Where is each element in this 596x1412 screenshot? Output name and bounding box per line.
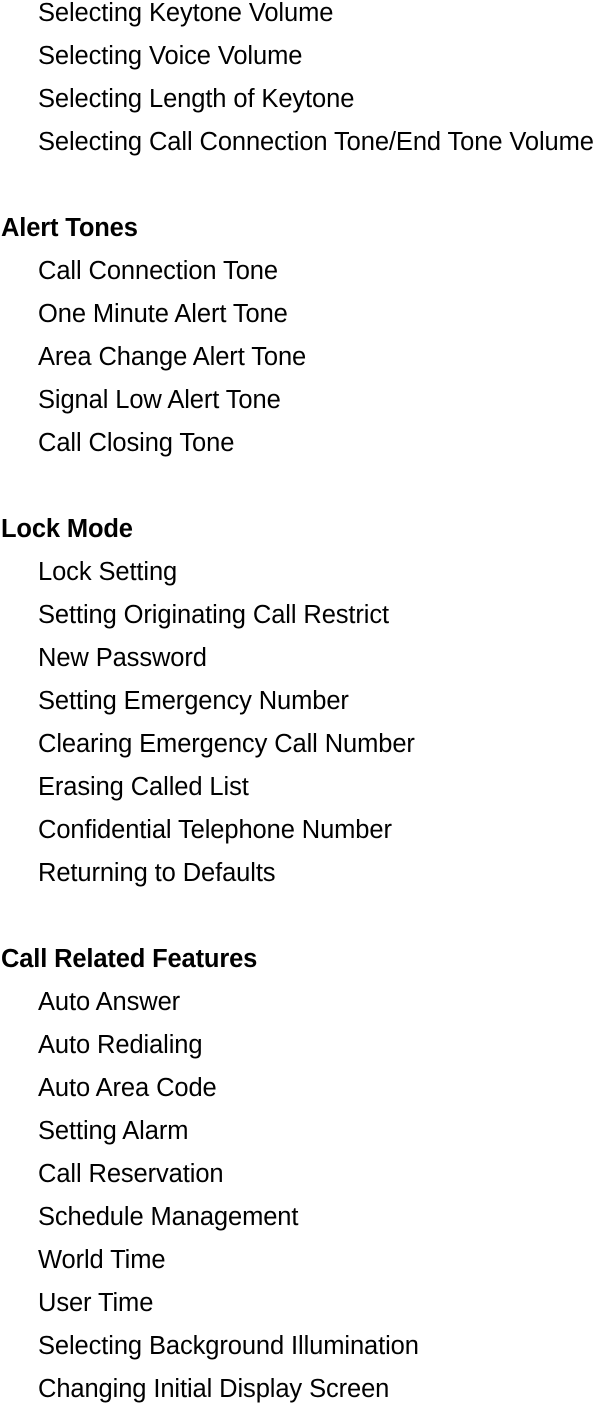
toc-entry[interactable]: User Time [0, 1282, 596, 1325]
toc-entry[interactable]: Erasing Called List [0, 766, 596, 809]
toc-entry[interactable]: Auto Redialing [0, 1024, 596, 1067]
toc-section: Lock Mode Lock Setting Setting Originating… [0, 465, 596, 895]
toc-entry[interactable]: Area Change Alert Tone [0, 336, 596, 379]
toc-entry[interactable]: World Time [0, 1239, 596, 1282]
toc-entry[interactable]: Returning to Defaults [0, 852, 596, 895]
toc-entry[interactable]: Confidential Telephone Number [0, 809, 596, 852]
toc-section: Call Related Features Auto Answer Auto Red… [0, 895, 596, 1411]
toc-entry[interactable]: Clearing Emergency Call Number [0, 723, 596, 766]
toc-entry[interactable]: Lock Setting [0, 551, 596, 594]
toc-entry[interactable]: Auto Area Code [0, 1067, 596, 1110]
toc-entry[interactable]: Call Reservation [0, 1153, 596, 1196]
toc-entry[interactable]: Auto Answer [0, 981, 596, 1024]
toc-section: Selecting Keytone Volume Selecting Voice … [0, 0, 596, 164]
toc-entry[interactable]: Selecting Keytone Volume [0, 0, 596, 35]
toc-entry[interactable]: Setting Emergency Number [0, 680, 596, 723]
toc-entry[interactable]: Setting Alarm [0, 1110, 596, 1153]
toc-entry[interactable]: Selecting Voice Volume [0, 35, 596, 78]
toc-entry[interactable]: Schedule Management [0, 1196, 596, 1239]
toc-entry[interactable]: Call Closing Tone [0, 422, 596, 465]
toc-section-heading[interactable]: Alert Tones [0, 207, 596, 250]
toc-entry[interactable]: Setting Originating Call Restrict [0, 594, 596, 637]
toc-entry[interactable]: Call Connection Tone [0, 250, 596, 293]
toc-entry[interactable]: Signal Low Alert Tone [0, 379, 596, 422]
toc-entry[interactable]: Selecting Call Connection Tone/End Tone … [0, 121, 596, 164]
toc-section: Alert Tones Call Connection Tone One Minut… [0, 164, 596, 465]
toc-section-heading[interactable]: Lock Mode [0, 508, 596, 551]
toc-entry[interactable]: One Minute Alert Tone [0, 293, 596, 336]
toc-entry[interactable]: Selecting Length of Keytone [0, 78, 596, 121]
toc-entry[interactable]: New Password [0, 637, 596, 680]
toc-section-heading[interactable]: Call Related Features [0, 938, 596, 981]
table-of-contents: Selecting Keytone Volume Selecting Voice … [0, 0, 596, 1404]
toc-entry[interactable]: Changing Initial Display Screen [0, 1368, 596, 1411]
toc-entry[interactable]: Selecting Background Illumination [0, 1325, 596, 1368]
